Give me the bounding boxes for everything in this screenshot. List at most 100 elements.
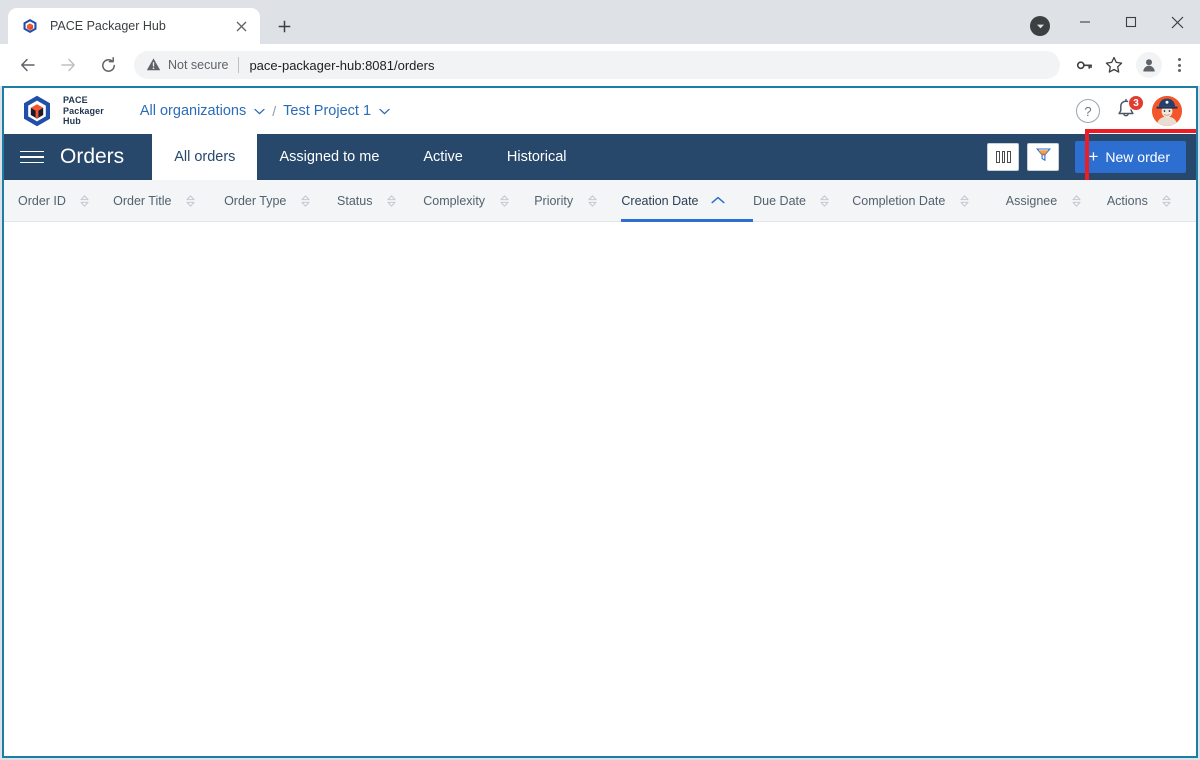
app-header-actions: ? 3 <box>1076 88 1182 134</box>
sort-none-icon[interactable] <box>495 194 513 207</box>
column-header-label: Order ID <box>18 193 66 208</box>
page-title: Orders <box>60 145 125 168</box>
column-header-label: Due Date <box>753 193 806 208</box>
column-header-order-title[interactable]: Order Title <box>113 180 224 221</box>
security-status-label: Not secure <box>168 58 229 72</box>
column-header-creation-date[interactable]: Creation Date <box>621 180 753 222</box>
sort-none-icon[interactable] <box>583 194 601 207</box>
orders-nav-bar: Orders All orders Assigned to me Active … <box>4 129 1196 191</box>
person-icon[interactable] <box>1136 52 1162 78</box>
pace-cube-icon <box>22 18 38 34</box>
notifications-button[interactable]: 3 <box>1114 95 1144 127</box>
column-header-actions[interactable]: Actions <box>1107 180 1196 221</box>
filter-button[interactable] <box>1027 143 1060 171</box>
column-header-due-date[interactable]: Due Date <box>753 180 852 221</box>
sort-none-icon[interactable] <box>296 194 314 207</box>
browser-window: PACE Packager Hub Not secure pace-packag… <box>0 0 1200 760</box>
column-header-status[interactable]: Status <box>337 180 423 221</box>
orders-table-body <box>4 222 1196 756</box>
question-mark-circle-icon[interactable]: ? <box>1076 99 1100 123</box>
page-viewport: PACE Packager Hub All organizations / Te… <box>2 86 1198 758</box>
url-text: pace-packager-hub:8081/orders <box>249 57 435 73</box>
tab-active[interactable]: Active <box>401 134 485 180</box>
tab-assigned-to-me-label: Assigned to me <box>279 149 380 165</box>
tab-assigned-to-me[interactable]: Assigned to me <box>257 134 401 180</box>
logo-line-2: Packager <box>63 105 104 116</box>
close-window-button[interactable] <box>1154 0 1200 44</box>
columns-icon <box>996 151 1011 163</box>
browser-tab-strip: PACE Packager Hub <box>0 0 1200 44</box>
user-avatar-icon[interactable] <box>1152 96 1182 126</box>
column-header-label: Complexity <box>423 193 486 208</box>
plus-icon: + <box>1088 147 1099 166</box>
tab-all-orders-label: All orders <box>174 149 236 165</box>
orders-toolbar-actions: + New order <box>987 134 1196 180</box>
logo-line-3: Hub <box>63 116 81 127</box>
breadcrumb-project-selector[interactable]: Test Project 1 <box>283 103 390 119</box>
column-header-label: Order Title <box>113 193 172 208</box>
pace-hexagon-cube-logo <box>20 94 54 128</box>
tab-historical-label: Historical <box>506 149 567 165</box>
three-dots-vertical-icon[interactable] <box>1166 58 1192 72</box>
sort-none-icon[interactable] <box>76 194 94 207</box>
sort-none-icon[interactable] <box>181 194 199 207</box>
arrow-left-icon[interactable] <box>12 49 44 81</box>
breadcrumb: All organizations / Test Project 1 <box>140 103 390 119</box>
sort-none-icon[interactable] <box>382 194 400 207</box>
new-order-label: New order <box>1105 149 1170 165</box>
funnel-filter-icon <box>1035 147 1051 167</box>
notification-badge: 3 <box>1128 95 1144 111</box>
tab-historical[interactable]: Historical <box>485 134 589 180</box>
column-header-label: Priority <box>534 193 574 208</box>
sort-none-icon[interactable] <box>1067 194 1085 207</box>
help-label: ? <box>1084 103 1092 119</box>
tab-all-orders[interactable]: All orders <box>152 134 258 180</box>
breadcrumb-organization-label: All organizations <box>139 103 247 119</box>
sort-ascending-icon[interactable] <box>709 196 727 205</box>
logo-line-1: PACE <box>63 95 88 106</box>
breadcrumb-project-label: Test Project 1 <box>283 103 372 119</box>
star-icon[interactable] <box>1100 51 1128 79</box>
key-icon[interactable] <box>1070 51 1098 79</box>
browser-tab[interactable]: PACE Packager Hub <box>8 8 260 44</box>
close-icon[interactable] <box>232 17 250 35</box>
breadcrumb-organization-selector[interactable]: All organizations <box>140 103 265 119</box>
column-header-completion-date[interactable]: Completion Date <box>852 180 1006 221</box>
app-logo[interactable]: PACE Packager Hub <box>20 94 104 128</box>
column-header-order-type[interactable]: Order Type <box>224 180 337 221</box>
column-header-complexity[interactable]: Complexity <box>423 180 534 221</box>
address-bar[interactable]: Not secure pace-packager-hub:8081/orders <box>134 51 1060 79</box>
column-header-label: Assignee <box>1005 193 1058 208</box>
chevron-down-icon <box>379 103 390 119</box>
app-header: PACE Packager Hub All organizations / Te… <box>4 88 1196 134</box>
column-header-assignee[interactable]: Assignee <box>1006 180 1107 221</box>
column-header-label: Status <box>337 193 373 208</box>
tab-active-label: Active <box>423 149 463 165</box>
new-order-button[interactable]: + New order <box>1075 141 1186 173</box>
orders-table-header: Order ID Order Title Order Type Status Compl… <box>4 180 1196 222</box>
sort-none-icon[interactable] <box>1158 194 1176 207</box>
column-header-label: Order Type <box>224 193 287 208</box>
window-controls <box>1062 0 1200 44</box>
chevron-down-circle-icon[interactable] <box>1030 16 1050 36</box>
maximize-button[interactable] <box>1108 0 1154 44</box>
orders-tabs: All orders Assigned to me Active Histori… <box>152 134 588 180</box>
sort-none-icon[interactable] <box>955 194 973 207</box>
hamburger-menu-icon[interactable] <box>4 134 60 180</box>
new-tab-button[interactable] <box>270 12 298 40</box>
browser-tab-title: PACE Packager Hub <box>50 19 166 33</box>
column-header-order-id[interactable]: Order ID <box>18 180 113 221</box>
warning-triangle-icon <box>146 57 162 73</box>
bell-icon <box>1114 98 1138 127</box>
chevron-down-icon <box>254 103 265 119</box>
omnibox-separator <box>238 57 240 73</box>
arrow-right-icon[interactable] <box>52 49 84 81</box>
columns-button[interactable] <box>987 143 1020 171</box>
column-header-label: Actions <box>1106 193 1148 208</box>
browser-toolbar: Not secure pace-packager-hub:8081/orders <box>0 44 1200 86</box>
reload-icon[interactable] <box>92 49 124 81</box>
minimize-button[interactable] <box>1062 0 1108 44</box>
breadcrumb-separator: / <box>272 103 277 119</box>
sort-none-icon[interactable] <box>816 194 834 207</box>
column-header-priority[interactable]: Priority <box>534 180 621 221</box>
